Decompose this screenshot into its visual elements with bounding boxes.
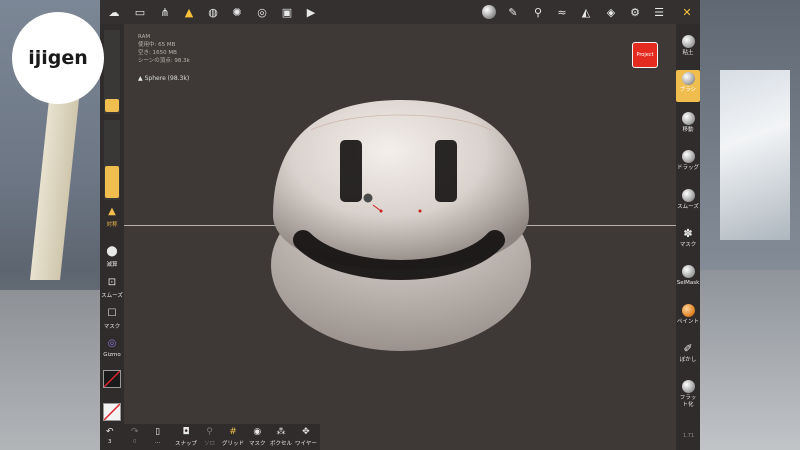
settings-icon[interactable]: ⚙	[627, 4, 643, 20]
pen-icon[interactable]: ✎	[505, 4, 521, 20]
wire-icon: ✥	[302, 427, 310, 437]
clay-icon	[681, 35, 695, 48]
tool-drag[interactable]: ドラッグ	[676, 148, 700, 180]
drop-icon: ⬤	[106, 246, 118, 257]
tool-smooth[interactable]: スムーズ	[676, 187, 700, 219]
flatten-icon	[681, 380, 695, 393]
layers-icon[interactable]: ◈	[603, 4, 619, 20]
sun-icon[interactable]: ✺	[229, 4, 245, 20]
gizmo-icon: ◎	[107, 338, 117, 349]
tool-mask[interactable]: ✽ マスク	[676, 225, 700, 257]
scene-graph-icon[interactable]: ⋔	[157, 4, 173, 20]
env-floor-right	[700, 270, 800, 450]
wireframe-button[interactable]: ✥ ワイヤー	[295, 427, 317, 447]
topology-icon[interactable]: ▲	[181, 4, 197, 20]
brush-icon	[681, 72, 695, 85]
tool-selmask[interactable]: SelMask	[676, 263, 700, 295]
matcap-icon[interactable]	[481, 4, 497, 20]
grid-icon: #	[229, 427, 237, 437]
symmetry-button[interactable]: ▲ 対称	[100, 206, 124, 228]
alpha-icon[interactable]: ≈	[554, 4, 570, 20]
subtract-button[interactable]: ⬤ 減算	[100, 246, 124, 268]
drag-icon	[681, 150, 695, 163]
grid-button[interactable]: # グリッド	[222, 427, 244, 447]
gizmo-button[interactable]: ◎ Gizmo	[100, 338, 124, 358]
sculpt-model[interactable]	[263, 95, 539, 355]
solo-icon: ⚲	[206, 427, 213, 437]
cloud-icon[interactable]: ☁	[106, 4, 122, 20]
environment-right	[700, 0, 800, 450]
phone-icon: ▯	[155, 427, 161, 437]
image-icon[interactable]: ▣	[279, 4, 295, 20]
tool-flatten[interactable]: フラット化	[676, 378, 700, 416]
mask-visibility-button[interactable]: ◉ マスク	[249, 427, 266, 447]
radius-fill	[105, 99, 119, 112]
smooth-icon	[681, 189, 695, 202]
intensity-slider[interactable]	[104, 120, 120, 200]
object-label[interactable]: ▲ Sphere (98.3k)	[138, 75, 198, 83]
info-used: 使用中: 65 MB	[138, 42, 176, 48]
info-panel: RAM 使用中: 65 MB 空き: 1650 MB シーンの頂点: 98.3k…	[138, 33, 190, 82]
smooth-toggle[interactable]: ⊡ スムーズ	[100, 277, 124, 299]
globe-icon[interactable]: ◍	[205, 4, 221, 20]
square-arrow-up-icon: ⊡	[107, 277, 117, 288]
material-icon[interactable]: ◎	[254, 4, 270, 20]
mask-toggle[interactable]: ☐ マスク	[100, 308, 124, 330]
info-free: 空き: 1650 MB	[138, 50, 177, 56]
folder-icon[interactable]: ▭	[132, 4, 148, 20]
redo-button[interactable]: ↷ 0	[131, 427, 139, 445]
snapshot-icon: ◘	[182, 427, 190, 437]
env-window	[720, 70, 790, 240]
env-beam	[30, 90, 80, 280]
selmask-icon	[681, 265, 695, 278]
intensity-fill	[105, 166, 119, 198]
info-ram: RAM	[138, 34, 151, 40]
video-icon[interactable]: ▶	[303, 4, 319, 20]
mesh-icon: ▲	[138, 75, 143, 82]
tool-brush[interactable]: ブラシ	[676, 70, 700, 102]
object-name: Sphere (98.3k)	[144, 75, 190, 82]
solo-button[interactable]: ⚲ ソロ	[204, 427, 215, 447]
dropper-icon[interactable]: ⚲	[530, 4, 546, 20]
ijigen-logo: ijigen	[12, 12, 104, 104]
warning-icon: ▲	[108, 206, 116, 217]
tool-blur[interactable]: ✐ ぼかし	[676, 340, 700, 372]
eye-off-icon: ◉	[253, 427, 262, 437]
mask-icon: ✽	[683, 227, 693, 240]
tool-clay[interactable]: 粘土	[676, 33, 700, 65]
env-floor	[0, 290, 100, 450]
primary-color-swatch[interactable]	[103, 370, 121, 388]
square-icon: ☐	[107, 308, 117, 319]
tool-move[interactable]: 移動	[676, 110, 700, 142]
project-button[interactable]: Project	[632, 42, 658, 68]
logo-text: ijigen	[28, 47, 88, 69]
paint-icon	[681, 304, 695, 317]
phone-button[interactable]: ▯ ...	[155, 427, 160, 445]
snapshot-button[interactable]: ◘ スナップ	[175, 427, 197, 447]
info-vertices: シーンの頂点: 98.3k	[138, 58, 190, 64]
undo-icon: ↶	[106, 427, 114, 437]
voxel-icon: ⁂	[276, 427, 286, 437]
triangle-icon[interactable]: ◭	[578, 4, 594, 20]
sliders-icon[interactable]: ☰	[651, 4, 667, 20]
secondary-color-swatch[interactable]	[103, 403, 121, 421]
undo-button[interactable]: ↶ 3	[106, 427, 114, 445]
move-icon	[681, 112, 695, 125]
redo-icon: ↷	[131, 427, 139, 437]
blur-icon: ✐	[683, 342, 693, 355]
radius-slider[interactable]	[104, 30, 120, 114]
version-text: 1.71	[683, 433, 695, 439]
tools-icon[interactable]: ✕	[679, 4, 695, 20]
tool-paint[interactable]: ペイント	[676, 302, 700, 334]
voxel-button[interactable]: ⁂ ボクセル	[270, 427, 292, 447]
